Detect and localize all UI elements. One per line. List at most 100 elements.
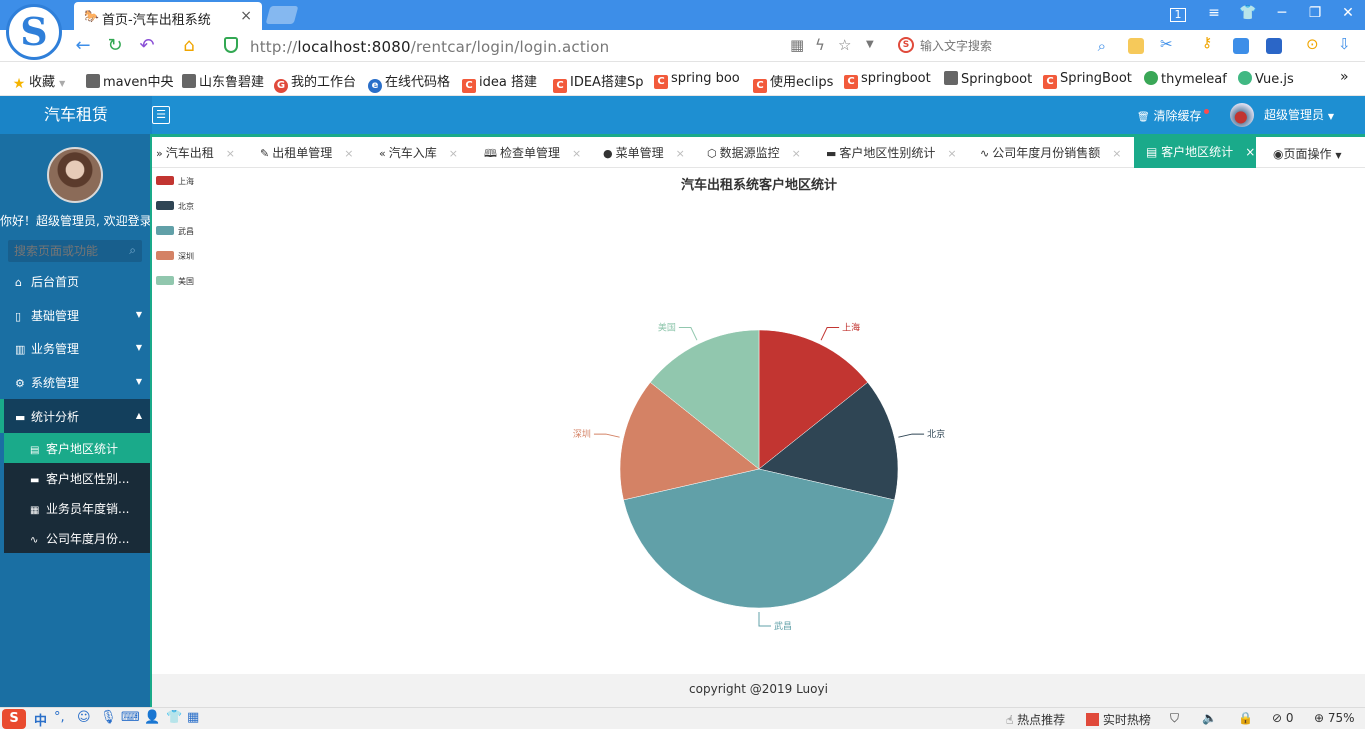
more-bookmarks-icon[interactable]: » xyxy=(1340,69,1349,85)
close-icon[interactable]: × xyxy=(1245,145,1255,159)
back-icon[interactable]: ← xyxy=(72,35,94,56)
close-icon[interactable]: × xyxy=(449,147,458,160)
translate-icon[interactable] xyxy=(1233,38,1249,54)
bookmark-item[interactable]: maven中央 xyxy=(86,71,174,90)
menu-toggle-icon[interactable]: ☰ xyxy=(152,106,170,124)
bookmark-item[interactable]: Springboot xyxy=(944,71,1032,87)
adblock-counter[interactable]: ⊘ 0 xyxy=(1272,711,1294,725)
browser-tab-active[interactable]: 🐎 首页-汽车出租系统 × xyxy=(74,2,262,30)
clear-cache-button[interactable]: 🗑 清除缓存 xyxy=(1137,107,1209,124)
tab-car-stock[interactable]: «汽车入库 × xyxy=(379,144,458,161)
close-window-button[interactable]: ✕ xyxy=(1338,5,1358,21)
grid-icon[interactable]: ▦ xyxy=(187,710,199,725)
sidebar-subitem-salesman-annual[interactable]: ▦ 业务员年度销... xyxy=(4,493,150,523)
home-icon[interactable]: ⌂ xyxy=(178,35,200,56)
scissors-icon[interactable]: ✂ xyxy=(1160,35,1176,53)
sidebar-subitem-region-gender[interactable]: ▬ 客户地区性别... xyxy=(4,463,150,493)
minimize-button[interactable]: ─ xyxy=(1272,5,1292,21)
window-number-icon[interactable]: 1 xyxy=(1170,8,1186,22)
search-icon[interactable]: ⌕ xyxy=(1098,37,1106,55)
sidebar-search[interactable]: ⌕ xyxy=(8,240,142,262)
sidebar-item-basic[interactable]: ▯ 基础管理 ▼ xyxy=(0,298,150,332)
legend-label[interactable]: 深圳 xyxy=(178,251,194,261)
lock-icon[interactable]: 🔒 xyxy=(1238,711,1253,725)
undo-icon[interactable]: ↶ xyxy=(136,35,158,56)
bookmark-item[interactable]: thymeleaf xyxy=(1144,71,1227,87)
close-icon[interactable]: × xyxy=(344,147,353,160)
bookmark-item[interactable]: G 我的工作台 xyxy=(274,71,356,93)
ime-mode[interactable]: 中 xyxy=(34,710,47,729)
legend-swatch[interactable] xyxy=(156,276,174,285)
browser-search-box[interactable]: S ⌕ xyxy=(892,34,1112,58)
shirt-icon[interactable]: 👕 xyxy=(166,710,182,725)
legend-label[interactable]: 上海 xyxy=(178,176,194,186)
close-icon[interactable]: × xyxy=(676,147,685,160)
punctuation-icon[interactable]: °, xyxy=(54,710,65,725)
more-circle-icon[interactable]: ⊙ xyxy=(1306,35,1322,53)
refresh-icon[interactable]: ↻ xyxy=(104,35,126,56)
ime-logo-icon[interactable]: S xyxy=(2,709,26,729)
key-icon[interactable]: ⚷ xyxy=(1202,35,1218,51)
legend-swatch[interactable] xyxy=(156,176,174,185)
bookmark-item[interactable]: C 使用eclips xyxy=(753,71,833,93)
realtime-hot[interactable]: 实时热榜 xyxy=(1086,711,1151,728)
browser-search-input[interactable] xyxy=(920,36,1080,56)
bookmark-item[interactable]: ★ 收藏 ▼ xyxy=(12,71,66,91)
menu-icon[interactable]: ≡ xyxy=(1204,5,1224,21)
clipboard-ext-icon[interactable] xyxy=(1128,38,1144,54)
chevron-down-icon[interactable]: ▼ xyxy=(866,39,874,50)
tab-rent-orders[interactable]: ✎ 出租单管理 × xyxy=(260,144,353,161)
bookmark-item[interactable]: Vue.js xyxy=(1238,71,1294,87)
maximize-button[interactable]: ❐ xyxy=(1305,5,1325,21)
hot-recommend[interactable]: ☝ 热点推荐 xyxy=(1006,711,1065,728)
bookmark-item[interactable]: Cidea 搭建 xyxy=(462,71,537,93)
sidebar-item-business[interactable]: ▥ 业务管理 ▼ xyxy=(0,331,150,365)
legend-swatch[interactable] xyxy=(156,251,174,260)
bookmark-item[interactable]: C IDEA搭建Sp xyxy=(553,71,643,93)
legend-swatch[interactable] xyxy=(156,201,174,210)
sidebar-subitem-region-stats[interactable]: ▤ 客户地区统计 xyxy=(4,433,150,463)
star-icon[interactable]: ☆ xyxy=(838,36,851,54)
avatar[interactable] xyxy=(1230,103,1254,127)
zoom-level[interactable]: ⊕ 75% xyxy=(1314,711,1355,725)
tab-inspections[interactable]: 🕮 检查单管理 × xyxy=(484,144,581,164)
tab-monthly-sales[interactable]: ∿ 公司年度月份销售额 × xyxy=(980,144,1121,161)
microphone-icon[interactable]: 🎙 xyxy=(100,710,117,725)
tab-region-stats[interactable]: ▤ 客户地区统计 × xyxy=(1134,134,1256,168)
sidebar-item-home[interactable]: ⌂ 后台首页 xyxy=(0,264,150,298)
page-operations-dropdown[interactable]: ◉页面操作 ▼ xyxy=(1273,145,1341,162)
keyboard-icon[interactable]: ⌨ xyxy=(121,710,140,725)
close-icon[interactable]: × xyxy=(1112,147,1121,160)
skin-icon[interactable]: 👕 xyxy=(1238,5,1258,21)
legend-swatch[interactable] xyxy=(156,226,174,235)
user-menu-button[interactable]: 超级管理员 ▼ xyxy=(1264,106,1334,123)
tab-menu-management[interactable]: ● 菜单管理 × xyxy=(603,144,685,161)
bookmark-item[interactable]: Cspring boo xyxy=(654,71,740,89)
shield-check-icon[interactable]: ⛉ xyxy=(1170,711,1179,726)
sidebar-item-system[interactable]: ⚙ 系统管理 ▼ xyxy=(0,365,150,399)
tab-region-gender-stats[interactable]: ▬ 客户地区性别统计 × xyxy=(826,144,957,161)
user-icon[interactable]: 👤 xyxy=(144,710,160,725)
legend-label[interactable]: 武昌 xyxy=(178,226,194,236)
sidebar-subitem-company-monthly[interactable]: ∿ 公司年度月份... xyxy=(4,523,150,553)
close-icon[interactable]: × xyxy=(226,147,235,160)
close-tab-icon[interactable]: × xyxy=(240,8,252,24)
sidebar-search-input[interactable] xyxy=(14,243,124,259)
sidebar-item-statistics[interactable]: ▬ 统计分析 ▲ xyxy=(0,399,150,433)
qr-code-icon[interactable]: ▦ xyxy=(790,36,804,54)
emoji-icon[interactable]: ☺ xyxy=(77,710,91,725)
speaker-icon[interactable]: 🔈 xyxy=(1202,711,1217,725)
legend-label[interactable]: 美国 xyxy=(178,276,194,286)
bookmark-item[interactable]: e 在线代码格 xyxy=(368,71,450,93)
close-icon[interactable]: × xyxy=(792,147,801,160)
word-icon[interactable] xyxy=(1266,38,1282,54)
close-icon[interactable]: × xyxy=(947,147,956,160)
tab-car-rent[interactable]: » 汽车出租 × xyxy=(156,144,235,161)
lightning-icon[interactable]: ϟ xyxy=(815,36,825,54)
bookmark-item[interactable]: Cspringboot xyxy=(844,71,931,89)
url-field[interactable]: http://localhost:8080/rentcar/login/logi… xyxy=(222,34,872,58)
new-tab-button[interactable] xyxy=(265,6,299,24)
bookmark-item[interactable]: C SpringBoot xyxy=(1043,71,1132,89)
bookmark-item[interactable]: 山东鲁碧建 xyxy=(182,71,264,90)
search-icon[interactable]: ⌕ xyxy=(129,243,136,258)
